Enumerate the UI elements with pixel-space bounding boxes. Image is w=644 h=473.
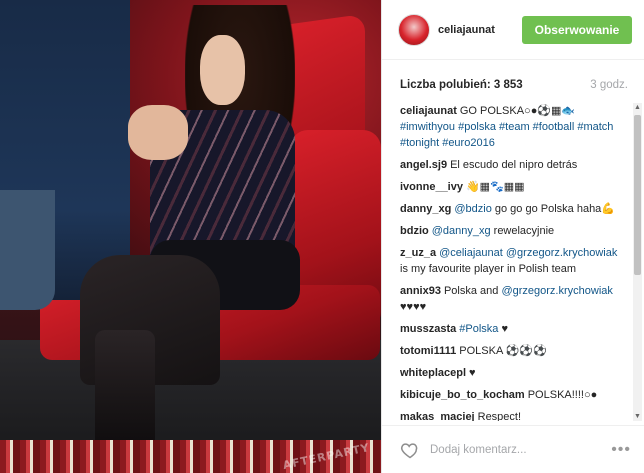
comment-item: z_uz_a @celiajaunat @grzegorz.krychowiak …	[400, 245, 626, 277]
comment-tag-link[interactable]: @celiajaunat @grzegorz.krychowiak	[439, 247, 617, 259]
comment-item: makas_maciej Respect!	[400, 409, 626, 421]
likes-count[interactable]: Liczba polubień: 3 853	[400, 79, 523, 91]
comment-username[interactable]: whiteplacepl	[400, 367, 466, 379]
comment-text: Respect!	[477, 411, 522, 421]
comment-text: ♥♥♥♥	[400, 301, 427, 313]
comment-username[interactable]: kibicuje_bo_to_kocham	[400, 389, 525, 401]
comment-text: GO POLSKA○●⚽▦🐟	[459, 105, 576, 117]
comment-text: ♥	[498, 323, 508, 335]
woman-face	[200, 35, 245, 105]
comment-tag-link[interactable]: @danny_xg	[432, 225, 491, 237]
person-leg	[0, 190, 55, 310]
comment-text: 👋▦🐾▦▦	[465, 181, 525, 193]
scroll-down-arrow-icon[interactable]: ▼	[633, 412, 642, 421]
comment-text: POLSKA!!!!○●	[527, 389, 598, 401]
comment-text: POLSKA ⚽⚽⚽	[459, 345, 547, 357]
comment-text: rewelacyjnie	[490, 225, 555, 237]
comment-item: musszasta #Polska ♥	[400, 321, 626, 337]
comment-username[interactable]: z_uz_a	[400, 247, 436, 259]
comment-item: bdzio @danny_xg rewelacyjnie	[400, 223, 626, 239]
comment-text: is my favourite player in Polish team	[400, 263, 577, 275]
comment-username[interactable]: ivonne__ivy	[400, 181, 463, 193]
comment-username[interactable]: celiajaunat	[400, 105, 457, 117]
comments-list: celiajaunat GO POLSKA○●⚽▦🐟 #imwithyou #po…	[382, 103, 632, 421]
comment-text: go go go Polska haha💪	[491, 203, 615, 215]
comments-scrollbar[interactable]: ▲ ▼	[633, 103, 642, 421]
scroll-up-arrow-icon[interactable]: ▲	[633, 103, 642, 112]
post-photo[interactable]: AFTERPARTY	[0, 0, 381, 473]
comment-username[interactable]: danny_xg	[400, 203, 451, 215]
comment-tag-link[interactable]: #Polska	[459, 323, 498, 335]
header-username[interactable]: celiajaunat	[438, 24, 522, 36]
comment-text: El escudo del nipro detrás	[450, 159, 578, 171]
post-header: celiajaunat Obserwowanie	[382, 0, 644, 60]
add-comment-input[interactable]	[430, 443, 612, 456]
woman-hands-with-phone	[128, 105, 188, 160]
comment-item: ivonne__ivy 👋▦🐾▦▦	[400, 179, 626, 195]
following-button[interactable]: Obserwowanie	[522, 15, 632, 44]
comment-username[interactable]: annix93	[400, 285, 441, 297]
comment-tag-link[interactable]: @grzegorz.krychowiak	[501, 285, 612, 297]
comment-item: angel.sj9 El escudo del nipro detrás	[400, 157, 626, 173]
comment-item: kibicuje_bo_to_kocham POLSKA!!!!○●	[400, 387, 626, 403]
post-footer: •••	[382, 425, 644, 473]
comment-username[interactable]: bdzio	[400, 225, 429, 237]
comment-item: whiteplacepl ♥	[400, 365, 626, 381]
comment-username[interactable]: makas_maciej	[400, 411, 475, 421]
comment-tag-link[interactable]: #imwithyou #polska #team #football #matc…	[400, 121, 613, 149]
heart-icon[interactable]	[400, 440, 420, 460]
post-time[interactable]: 3 godz.	[590, 79, 628, 91]
avatar[interactable]	[398, 13, 430, 46]
comment-username[interactable]: totomi1111	[400, 345, 456, 357]
comment-text: ♥	[469, 367, 476, 379]
comment-item: celiajaunat GO POLSKA○●⚽▦🐟 #imwithyou #po…	[400, 103, 626, 151]
post-side-panel: celiajaunat Obserwowanie Liczba polubień…	[381, 0, 644, 473]
more-options-icon[interactable]: •••	[611, 441, 631, 459]
comment-tag-link[interactable]: @bdzio	[454, 203, 491, 215]
comment-username[interactable]: musszasta	[400, 323, 456, 335]
comment-text: Polska and	[443, 285, 502, 297]
scroll-thumb[interactable]	[634, 115, 641, 275]
comment-item: totomi1111 POLSKA ⚽⚽⚽	[400, 343, 626, 359]
comment-item: annix93 Polska and @grzegorz.krychowiak ♥…	[400, 283, 626, 315]
comment-item: danny_xg @bdzio go go go Polska haha💪	[400, 201, 626, 217]
comment-username[interactable]: angel.sj9	[400, 159, 447, 171]
